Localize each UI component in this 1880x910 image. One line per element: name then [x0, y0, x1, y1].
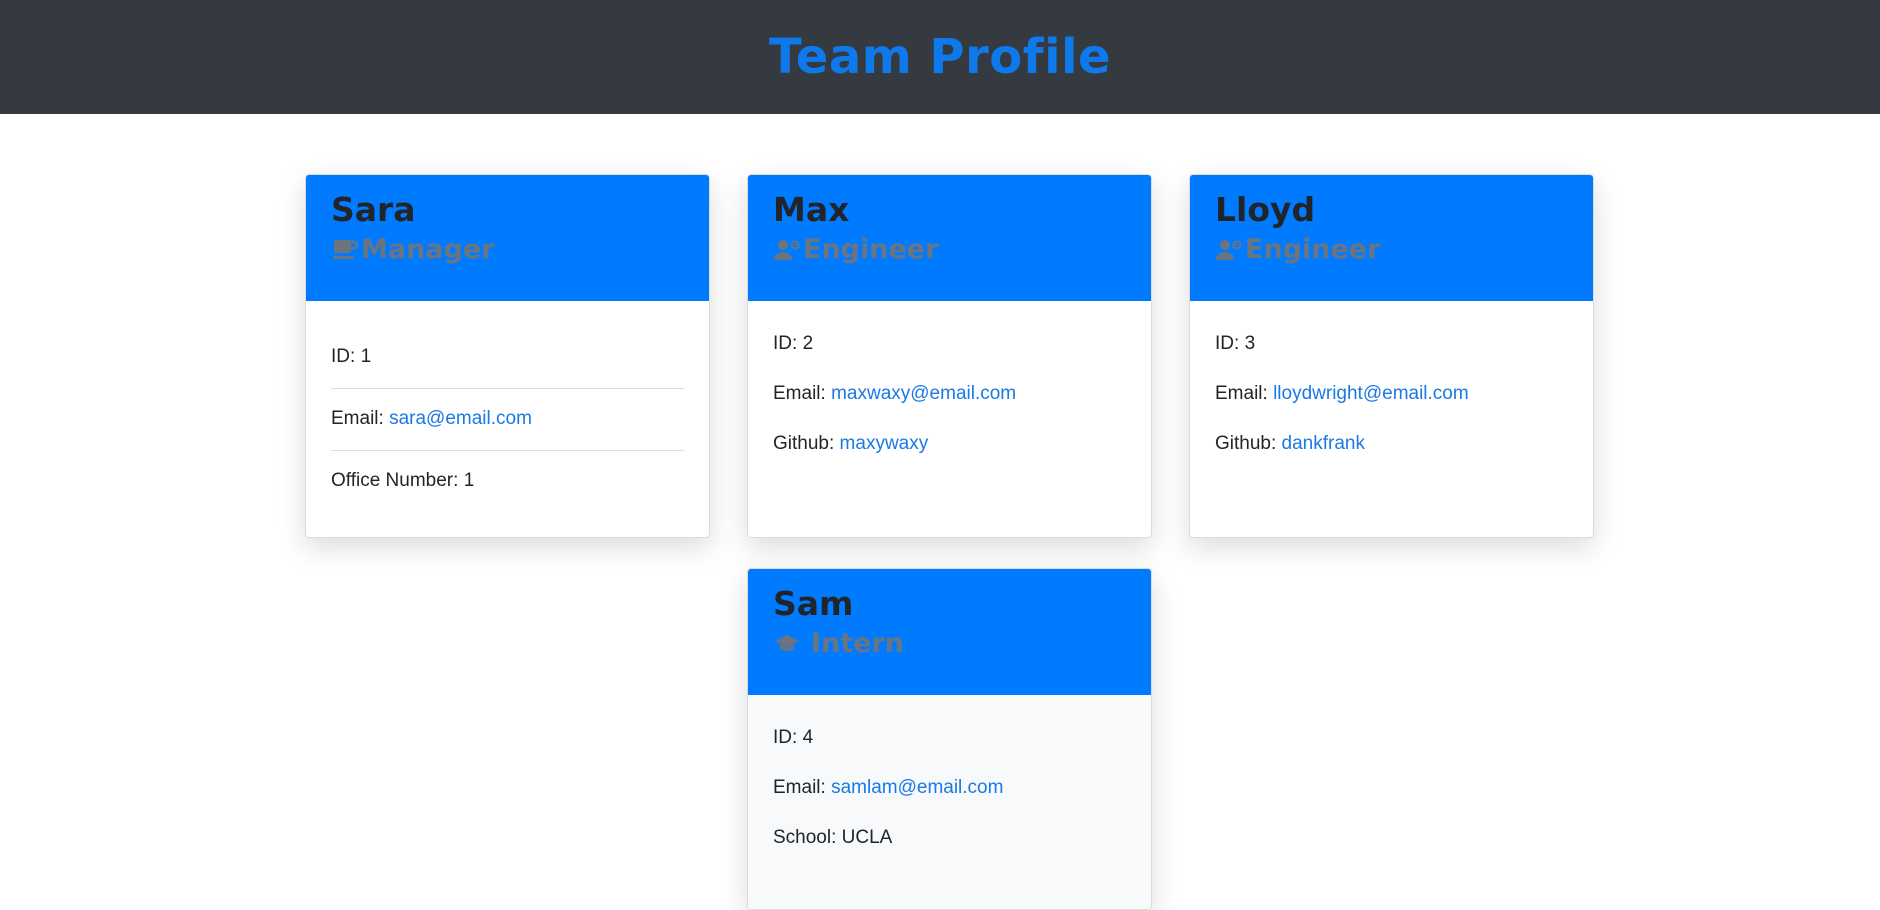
employee-name: Sam	[773, 584, 854, 623]
detail-school: School: UCLA	[773, 813, 1126, 863]
card-details: ID: 3 Email: lloydwright@email.com Githu…	[1190, 301, 1593, 469]
email-link[interactable]: sara@email.com	[389, 408, 532, 431]
employee-role: Engineer	[1215, 236, 1568, 264]
detail-id: ID: 4	[773, 713, 1126, 763]
detail-email: Email: sara@email.com	[331, 389, 684, 451]
employee-name: Lloyd	[1215, 190, 1316, 229]
employee-role: Intern	[773, 630, 1126, 658]
card-details: ID: 2 Email: maxwaxy@email.com Github: m…	[748, 301, 1151, 469]
card-header: Sara Manager	[306, 175, 709, 301]
email-link[interactable]: samlam@email.com	[831, 777, 1003, 800]
card-header: Max Engineer	[748, 175, 1151, 301]
detail-label: Github:	[1215, 432, 1282, 454]
detail-office-number: Office Number: 1	[331, 451, 684, 512]
graduation-cap-icon	[773, 630, 801, 658]
detail-value: UCLA	[841, 826, 893, 848]
detail-label: Email:	[773, 382, 832, 404]
page-title: Team Profile	[768, 29, 1112, 85]
email-link[interactable]: maxwaxy@email.com	[831, 383, 1016, 406]
detail-value: 2	[802, 332, 814, 354]
user-cog-icon	[773, 236, 801, 264]
card-header: Sam Intern	[748, 569, 1151, 695]
employee-name: Sara	[331, 190, 416, 229]
detail-label: Email:	[773, 776, 832, 798]
detail-email: Email: lloydwright@email.com	[1215, 369, 1568, 419]
employee-card-max: Max Engineer ID: 2 Email: maxwaxy@email.…	[747, 174, 1152, 538]
employee-role-label: Engineer	[803, 234, 939, 266]
detail-label: ID:	[773, 726, 803, 748]
detail-label: ID:	[1215, 332, 1245, 354]
detail-value: 1	[360, 346, 372, 368]
page-header: Team Profile	[0, 0, 1880, 114]
detail-id: ID: 1	[331, 327, 684, 389]
detail-label: ID:	[773, 332, 803, 354]
github-link[interactable]: dankfrank	[1282, 433, 1365, 456]
detail-label: Office Number:	[331, 470, 464, 492]
detail-value: 3	[1244, 332, 1256, 354]
card-details: ID: 1 Email: sara@email.com Office Numbe…	[306, 301, 709, 512]
detail-label: ID:	[331, 346, 361, 368]
detail-label: School:	[773, 826, 842, 848]
detail-github: Github: maxywaxy	[773, 419, 1126, 469]
detail-email: Email: maxwaxy@email.com	[773, 369, 1126, 419]
employee-card-lloyd: Lloyd Engineer ID: 3 Email: lloydwright@…	[1189, 174, 1594, 538]
employee-name: Max	[773, 190, 850, 229]
employee-role-label: Manager	[361, 234, 495, 266]
detail-label: Email:	[1215, 382, 1274, 404]
detail-email: Email: samlam@email.com	[773, 763, 1126, 813]
detail-label: Github:	[773, 432, 840, 454]
card-header: Lloyd Engineer	[1190, 175, 1593, 301]
detail-value: 1	[463, 470, 475, 492]
employee-role-label: Engineer	[1245, 234, 1381, 266]
employee-role: Engineer	[773, 236, 1126, 264]
employee-card-sara: Sara Manager ID: 1 Email: sara@email.com…	[305, 174, 710, 538]
employee-role: Manager	[331, 236, 684, 264]
user-cog-icon	[1215, 236, 1243, 264]
detail-id: ID: 3	[1215, 319, 1568, 369]
card-details: ID: 4 Email: samlam@email.com School: UC…	[748, 695, 1151, 909]
github-link[interactable]: maxywaxy	[840, 433, 929, 456]
detail-label: Email:	[331, 408, 390, 430]
email-link[interactable]: lloydwright@email.com	[1273, 383, 1469, 406]
detail-id: ID: 2	[773, 319, 1126, 369]
employee-role-label: Intern	[811, 628, 905, 660]
employee-card-sam: Sam Intern ID: 4 Email: samlam@email.com…	[747, 568, 1152, 910]
detail-github: Github: dankfrank	[1215, 419, 1568, 469]
coffee-mug-icon	[331, 236, 359, 264]
detail-value: 4	[802, 726, 814, 748]
